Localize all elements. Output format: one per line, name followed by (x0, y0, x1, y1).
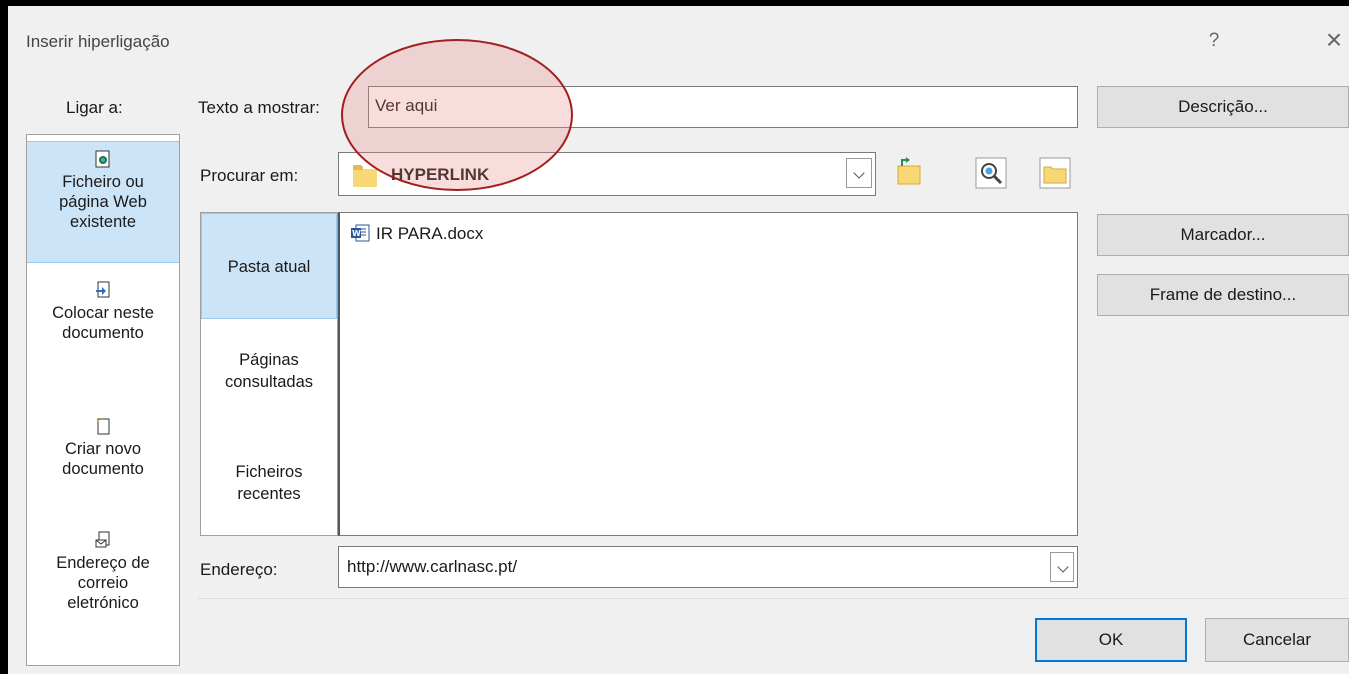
file-name: IR PARA.docx (376, 224, 484, 243)
link-to-item-label-2: página Web (59, 193, 147, 211)
link-to-place-in-document[interactable]: Colocar neste documento (27, 281, 179, 343)
link-to-label: Ligar a: (66, 98, 123, 117)
hyperlink-dialog: Inserir hiperligação ? × Ligar a: Fichei… (8, 6, 1349, 674)
tab-current-folder[interactable]: Pasta atual (201, 213, 337, 319)
link-to-new-document[interactable]: Criar novo documento (27, 417, 179, 479)
tab-label-2: consultadas (224, 373, 314, 391)
link-to-item-label-2: documento (62, 324, 144, 342)
folder-icon (353, 165, 377, 187)
description-button[interactable]: Descrição... (1097, 86, 1349, 128)
file-list[interactable]: W IR PARA.docx (338, 212, 1078, 536)
separator (198, 598, 1348, 599)
email-icon (95, 531, 111, 549)
list-item[interactable]: W IR PARA.docx (350, 223, 483, 244)
cancel-button[interactable]: Cancelar (1205, 618, 1349, 662)
new-document-icon (95, 417, 111, 435)
up-folder-icon (897, 157, 921, 185)
look-in-label: Procurar em: (200, 166, 299, 185)
dialog-title: Inserir hiperligação (26, 32, 170, 51)
browse-web-button[interactable] (974, 156, 1008, 190)
bookmark-button[interactable]: Marcador... (1097, 214, 1349, 256)
look-in-combo[interactable]: HYPERLINK (338, 152, 876, 196)
link-to-item-label-2: documento (62, 460, 144, 478)
browse-web-icon (975, 157, 1007, 189)
web-page-icon (95, 150, 111, 168)
link-to-item-label-3: existente (69, 213, 137, 231)
tab-recent-files[interactable]: Ficheiros recentes (201, 461, 337, 505)
chevron-down-icon[interactable] (846, 158, 872, 188)
text-to-display-input[interactable]: Ver aqui (368, 86, 1078, 128)
help-button[interactable]: ? (1196, 26, 1232, 56)
tab-label-2: recentes (237, 485, 301, 503)
link-to-item-label-2: correio (77, 574, 129, 592)
link-to-item-label-1: Ficheiro ou (62, 173, 144, 191)
link-to-item-label-1: Colocar neste (52, 304, 154, 322)
link-to-existing-file[interactable]: Ficheiro ou página Web existente (27, 141, 179, 263)
close-button[interactable]: × (1316, 22, 1349, 58)
chevron-down-icon[interactable] (1050, 552, 1074, 582)
address-label: Endereço: (200, 560, 278, 579)
tab-browsed-pages[interactable]: Páginas consultadas (201, 349, 337, 393)
look-in-value: HYPERLINK (391, 165, 490, 184)
target-frame-button[interactable]: Frame de destino... (1097, 274, 1349, 316)
tab-label-1: Páginas (239, 351, 299, 369)
word-doc-icon: W (350, 223, 370, 243)
link-to-item-label-3: eletrónico (67, 594, 139, 612)
browse-file-button[interactable] (1038, 156, 1072, 190)
ok-button[interactable]: OK (1035, 618, 1187, 662)
up-folder-button[interactable] (892, 156, 926, 190)
open-folder-icon (1039, 157, 1071, 189)
link-to-item-label-1: Endereço de (56, 554, 150, 572)
browse-tabs: Pasta atual Páginas consultadas Ficheiro… (200, 212, 338, 536)
tab-label-1: Ficheiros (235, 463, 303, 481)
link-to-panel: Ficheiro ou página Web existente Colocar… (26, 134, 180, 666)
svg-text:W: W (352, 229, 361, 238)
document-place-icon (95, 281, 111, 299)
link-to-item-label-1: Criar novo (64, 440, 142, 458)
address-input[interactable]: http://www.carlnasc.pt/ (347, 557, 517, 577)
link-to-email-address[interactable]: Endereço de correio eletrónico (27, 531, 179, 613)
text-to-display-label: Texto a mostrar: (198, 98, 320, 117)
address-combo[interactable]: http://www.carlnasc.pt/ (338, 546, 1078, 588)
